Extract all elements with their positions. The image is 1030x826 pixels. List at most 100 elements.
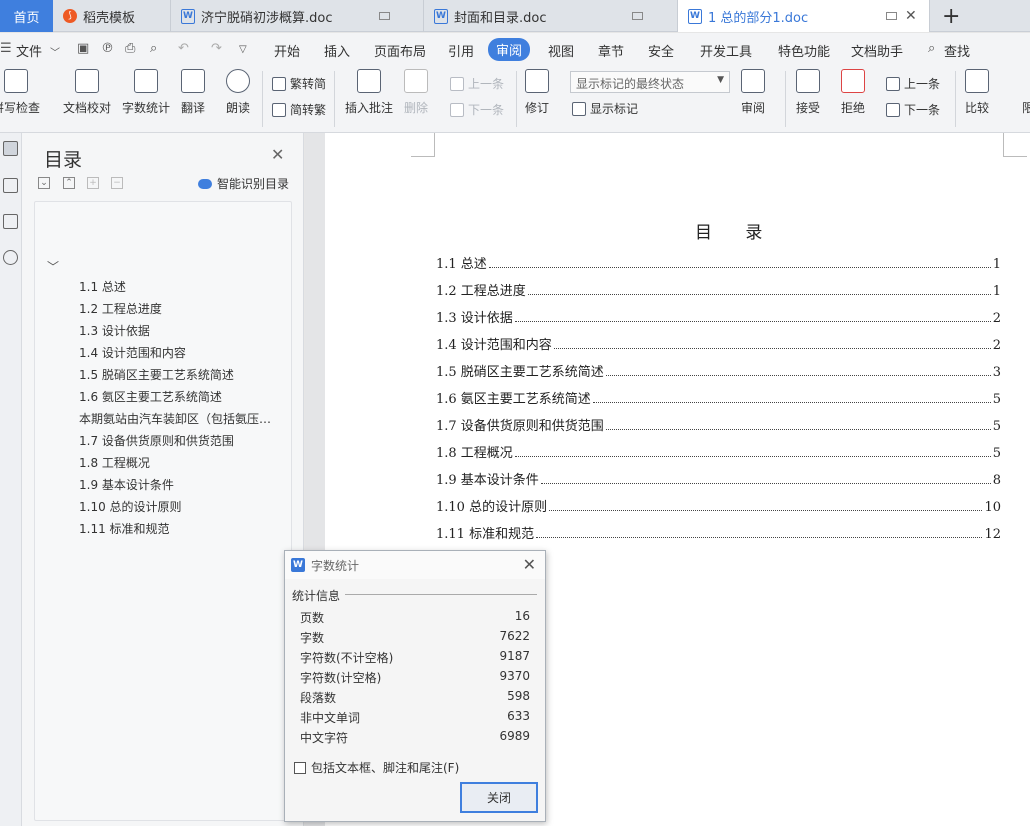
restrict-editing-button[interactable]: 限 [1016, 69, 1030, 116]
toc-tree-item[interactable]: 1.7 设备供货原则和供货范围 [79, 432, 279, 449]
reject-button[interactable]: 拒绝 [841, 69, 865, 116]
outline-icon[interactable] [3, 141, 18, 156]
toc-entry[interactable]: 1.9 基本设计条件 8 [436, 470, 1001, 488]
tab-doc-cover[interactable]: W 封面和目录.doc [424, 0, 678, 32]
collapse-all-icon[interactable]: ⌄ [38, 177, 50, 189]
expand-icon[interactable]: ⌃ [63, 177, 75, 189]
bookmark-icon[interactable] [3, 214, 18, 229]
toc-tree-item[interactable]: 1.4 设计范围和内容 [79, 344, 279, 361]
compare-button[interactable]: 比较 [965, 69, 989, 116]
translate-button[interactable]: 翻译 [181, 69, 205, 116]
review-pane-button[interactable]: 审阅 [741, 69, 765, 116]
toc-entry[interactable]: 1.1 总述 1 [436, 254, 1001, 272]
delete-comment-button[interactable]: 删除 [404, 69, 428, 116]
pages-icon[interactable] [3, 178, 18, 193]
read-aloud-button[interactable]: 朗读 [226, 69, 250, 116]
toc-entry[interactable]: 1.6 氨区主要工艺系统简述 5 [436, 389, 1001, 407]
smart-toc-button[interactable]: 智能识别目录 [198, 175, 289, 192]
toc-tree-item[interactable]: 1.11 标准和规范 [79, 520, 279, 537]
toc-entry-text: 1.5 脱硝区主要工艺系统简述 [436, 365, 604, 380]
spell-check-button[interactable]: 拼写检查 [0, 69, 40, 116]
next-change-button[interactable]: 下一条 [886, 101, 940, 118]
toc-tree-item[interactable]: 1.8 工程概况 [79, 454, 279, 471]
toc-tree-item[interactable]: 1.5 脱硝区主要工艺系统简述 [79, 366, 279, 383]
menu-doc-assistant[interactable]: 文档助手 [851, 41, 903, 60]
accept-button[interactable]: 接受 [796, 69, 820, 116]
monitor-icon[interactable] [632, 12, 643, 20]
tab-daoke-templates[interactable]: ⟆ 稻壳模板 [53, 0, 171, 32]
simp-to-trad-button[interactable]: 简转繁 [272, 101, 326, 118]
tab-doc-jining[interactable]: W 济宁脱硝初涉概算.doc [171, 0, 424, 32]
remove-heading-icon[interactable]: − [111, 177, 123, 189]
menu-review[interactable]: 审阅 [488, 38, 531, 61]
hamburger-icon[interactable]: ☰ [0, 41, 12, 56]
save-icon[interactable]: ▣ [77, 41, 89, 56]
search-doc-icon[interactable] [3, 250, 18, 265]
preview-icon[interactable]: ⌕ [150, 41, 157, 56]
close-button[interactable]: 关闭 [460, 782, 538, 813]
checkbox-box[interactable] [294, 761, 306, 774]
close-icon[interactable]: ✕ [271, 145, 284, 164]
add-heading-icon[interactable]: + [87, 177, 99, 189]
menu-file[interactable]: 文件 [16, 41, 42, 60]
doc-check-button[interactable]: 文档校对 [63, 69, 111, 116]
toc-tree-item[interactable]: 1.6 氨区主要工艺系统简述 [79, 388, 279, 405]
toc-entry[interactable]: 1.10 总的设计原则 10 [436, 497, 1001, 515]
menu-page-layout[interactable]: 页面布局 [374, 41, 426, 60]
tab-home[interactable]: 首页 [0, 0, 53, 32]
toc-entry[interactable]: 1.11 标准和规范 12 [436, 524, 1001, 542]
toc-tree-item[interactable]: 1.9 基本设计条件 [79, 476, 279, 493]
toc-tree-item[interactable]: 本期氨站由汽车装卸区（包括氨压缩机… [79, 410, 279, 427]
toc-entry-page: 2 [992, 311, 1001, 326]
menu-find[interactable]: 查找 [944, 41, 970, 60]
toc-entry[interactable]: 1.8 工程概况 5 [436, 443, 1001, 461]
menu-security[interactable]: 安全 [648, 41, 674, 60]
menu-insert[interactable]: 插入 [324, 41, 350, 60]
menu-view[interactable]: 视图 [548, 41, 574, 60]
customize-icon[interactable]: ▽ [239, 44, 247, 55]
insert-comment-button[interactable]: 插入批注 [345, 69, 393, 116]
track-changes-button[interactable]: 修订 [525, 69, 549, 116]
word-count-dialog: W 字数统计 ✕ 统计信息 页数 16 字数 7622 字符数(不计空格) 9187 … [284, 550, 546, 822]
toc-entry[interactable]: 1.4 设计范围和内容 2 [436, 335, 1001, 353]
show-markup-button[interactable]: 显示标记 [572, 100, 638, 117]
menu-start[interactable]: 开始 [274, 41, 300, 60]
tab-doc-active[interactable]: W 1 总的部分1.doc ✕ [678, 0, 930, 32]
toc-tree-item[interactable]: 1.10 总的设计原则 [79, 498, 279, 515]
toc-tree-item[interactable]: 1.1 总述 [79, 278, 279, 295]
toc-entry[interactable]: 1.5 脱硝区主要工艺系统简述 3 [436, 362, 1001, 380]
undo-icon[interactable]: ↶ [178, 41, 189, 56]
menu-reference[interactable]: 引用 [448, 41, 474, 60]
toc-entry-page: 10 [984, 500, 1001, 515]
prev-change-button[interactable]: 上一条 [886, 75, 940, 92]
chevron-down-icon[interactable]: ﹀ [47, 258, 59, 275]
word-count-button[interactable]: 字数统计 [122, 69, 170, 116]
toc-entry[interactable]: 1.2 工程总进度 1 [436, 281, 1001, 299]
redo-icon[interactable]: ↷ [211, 41, 222, 56]
display-mode-dropdown[interactable]: 显示标记的最终状态 ▼ [570, 71, 730, 93]
print-icon[interactable]: ⎙ [125, 41, 135, 56]
close-icon[interactable]: ✕ [905, 8, 917, 24]
dropdown-value: 显示标记的最终状态 [576, 77, 685, 91]
toc-entry-text: 1.3 设计依据 [436, 311, 513, 326]
toc-entry[interactable]: 1.3 设计依据 2 [436, 308, 1001, 326]
new-tab-icon[interactable]: + [942, 4, 960, 29]
prev-comment-button[interactable]: 上一条 [450, 75, 504, 92]
menu-chapter[interactable]: 章节 [598, 41, 624, 60]
menu-developer[interactable]: 开发工具 [700, 41, 752, 60]
dialog-titlebar[interactable]: W 字数统计 [285, 551, 545, 579]
toc-tree-item[interactable]: 1.3 设计依据 [79, 322, 279, 339]
monitor-icon[interactable] [379, 12, 390, 20]
toc-tree-item[interactable]: 1.2 工程总进度 [79, 300, 279, 317]
include-textbox-checkbox[interactable]: 包括文本框、脚注和尾注(F) [294, 759, 459, 776]
paste-icon[interactable]: ℗ [101, 41, 114, 56]
margin-mark [1003, 133, 1027, 157]
menu-features[interactable]: 特色功能 [778, 41, 830, 60]
trad-to-simp-button[interactable]: 繁转简 [272, 75, 326, 92]
next-comment-button[interactable]: 下一条 [450, 101, 504, 118]
monitor-icon[interactable] [886, 12, 897, 20]
chevron-down-icon[interactable]: ﹀ [50, 44, 60, 59]
toc-entry[interactable]: 1.7 设备供货原则和供货范围 5 [436, 416, 1001, 434]
search-icon[interactable]: ⌕ [928, 41, 935, 56]
close-icon[interactable]: ✕ [523, 555, 536, 574]
